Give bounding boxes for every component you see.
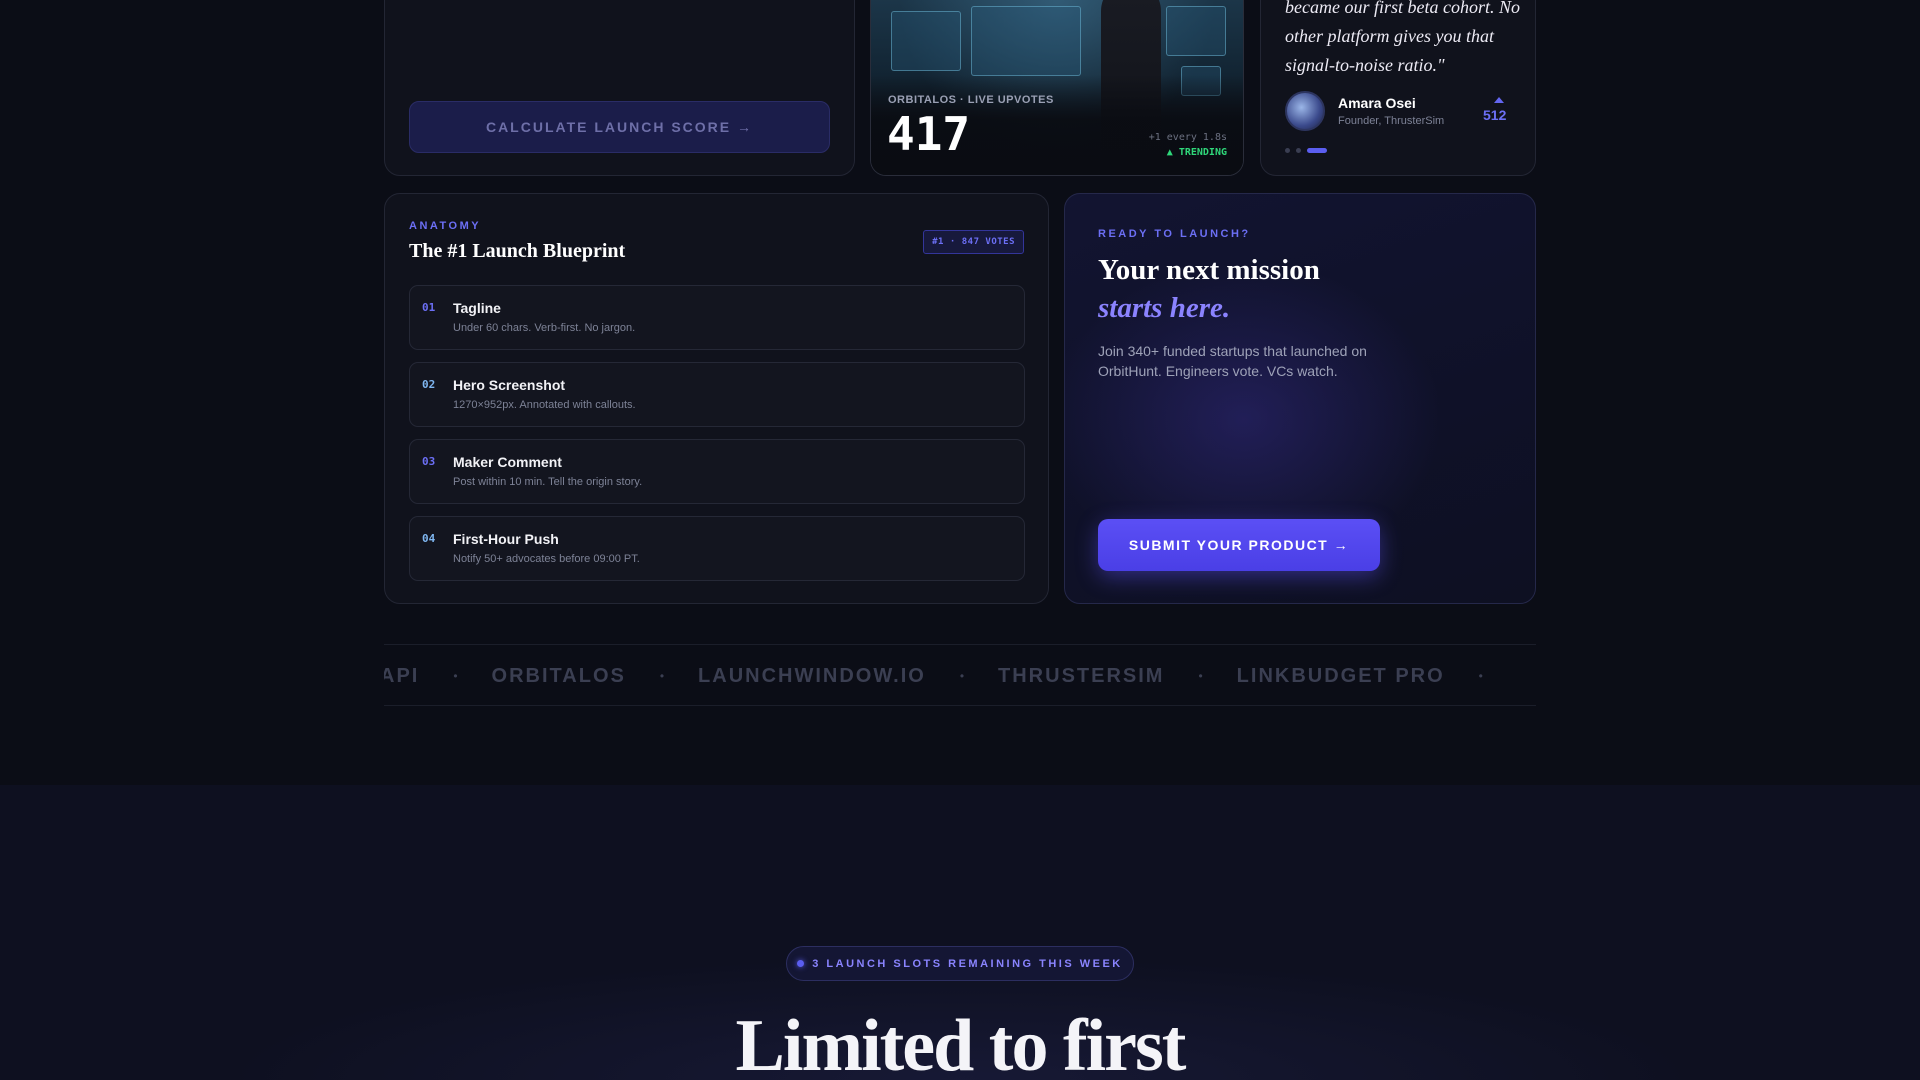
status-dot-icon [797,960,805,967]
cta-description: Join 340+ funded startups that launched … [1098,343,1367,379]
step-title: First-Hour Push [453,531,559,547]
triangle-up-icon[interactable] [1494,97,1504,103]
list-item[interactable]: 01 Tagline Under 60 chars. Verb-first. N… [409,285,1025,350]
slots-remaining-pill: 3 LAUNCH SLOTS REMAINING THIS WEEK [786,946,1134,981]
marquee-separator: • [659,669,665,683]
step-number: 02 [422,378,436,391]
step-description: Under 60 chars. Verb-first. No jargon. [453,322,636,334]
upvotes-label: ORBITALOS · LIVE UPVOTES [888,94,1054,106]
testimonial-vote-count: 512 [1483,107,1507,123]
section-eyebrow: READY TO LAUNCH? [1098,228,1251,240]
carousel-dots [1285,148,1327,153]
calculate-launch-score-button[interactable]: CALCULATE LAUNCH SCORE → [409,101,830,153]
cta-headline-accent: starts here. [1098,292,1231,324]
slots-remaining-text: 3 LAUNCH SLOTS REMAINING THIS WEEK [812,957,1123,970]
list-item[interactable]: 03 Maker Comment Post within 10 min. Tel… [409,439,1025,504]
marquee-separator: • [1478,669,1483,683]
blueprint-list: 01 Tagline Under 60 chars. Verb-first. N… [409,285,1025,593]
avatar [1285,91,1325,131]
marquee-item: LINKBUDGET PRO [1236,664,1445,687]
logo-marquee: API • ORBITALOS • LAUNCHWINDOW.IO • THRU… [384,644,1536,706]
list-item[interactable]: 02 Hero Screenshot 1270×952px. Annotated… [409,362,1025,427]
testimonial-author: Amara Osei [1338,95,1416,111]
marquee-separator: • [1198,669,1203,683]
testimonial-quote: became our first beta cohort. No other p… [1285,0,1520,75]
step-description: Post within 10 min. Tell the origin stor… [453,476,643,488]
upvote-count: 417 [887,107,971,161]
step-number: 03 [422,455,436,468]
launch-score-card: CALCULATE LAUNCH SCORE → [384,0,855,176]
submit-product-button[interactable]: SUBMIT YOUR PRODUCT → [1098,519,1380,571]
carousel-dot[interactable] [1296,148,1301,153]
marquee-item: LAUNCHWINDOW.IO [698,664,926,687]
ready-to-launch-card: READY TO LAUNCH? Your next mission start… [1064,193,1536,604]
step-number: 01 [422,301,436,314]
marquee-separator: • [453,669,458,683]
live-upvotes-card: ORBITALOS · LIVE UPVOTES 417 +1 every 1.… [870,0,1244,176]
step-description: 1270×952px. Annotated with callouts. [453,399,636,411]
step-description: Notify 50+ advocates before 09:00 PT. [453,553,640,565]
marquee-item: API [384,664,420,687]
step-title: Tagline [453,300,501,316]
trending-badge: ▲ TRENDING [1166,147,1227,158]
cta-headline: Your next mission [1098,254,1320,286]
marquee-separator: • [959,669,965,683]
step-title: Hero Screenshot [453,377,566,393]
step-number: 04 [422,532,436,545]
carousel-dot[interactable] [1285,148,1290,153]
section-eyebrow: ANATOMY [409,220,482,232]
votes-badge: #1 · 847 VOTES [923,230,1024,254]
scarcity-section: 3 LAUNCH SLOTS REMAINING THIS WEEK Limit… [0,785,1920,1080]
blueprint-title: The #1 Launch Blueprint [409,240,626,262]
scarcity-headline: Limited to first [735,1005,1187,1080]
upvote-rate: +1 every 1.8s [1148,132,1227,143]
testimonial-card: became our first beta cohort. No other p… [1260,0,1536,176]
list-item[interactable]: 04 First-Hour Push Notify 50+ advocates … [409,516,1025,581]
testimonial-role: Founder, ThrusterSim [1338,115,1445,127]
carousel-dot-active[interactable] [1307,148,1327,153]
marquee-item: ORBITALOS [491,664,626,687]
step-title: Maker Comment [453,454,562,470]
launch-blueprint-card: ANATOMY The #1 Launch Blueprint #1 · 847… [384,193,1049,604]
marquee-item: THRUSTERSIM [998,664,1165,687]
